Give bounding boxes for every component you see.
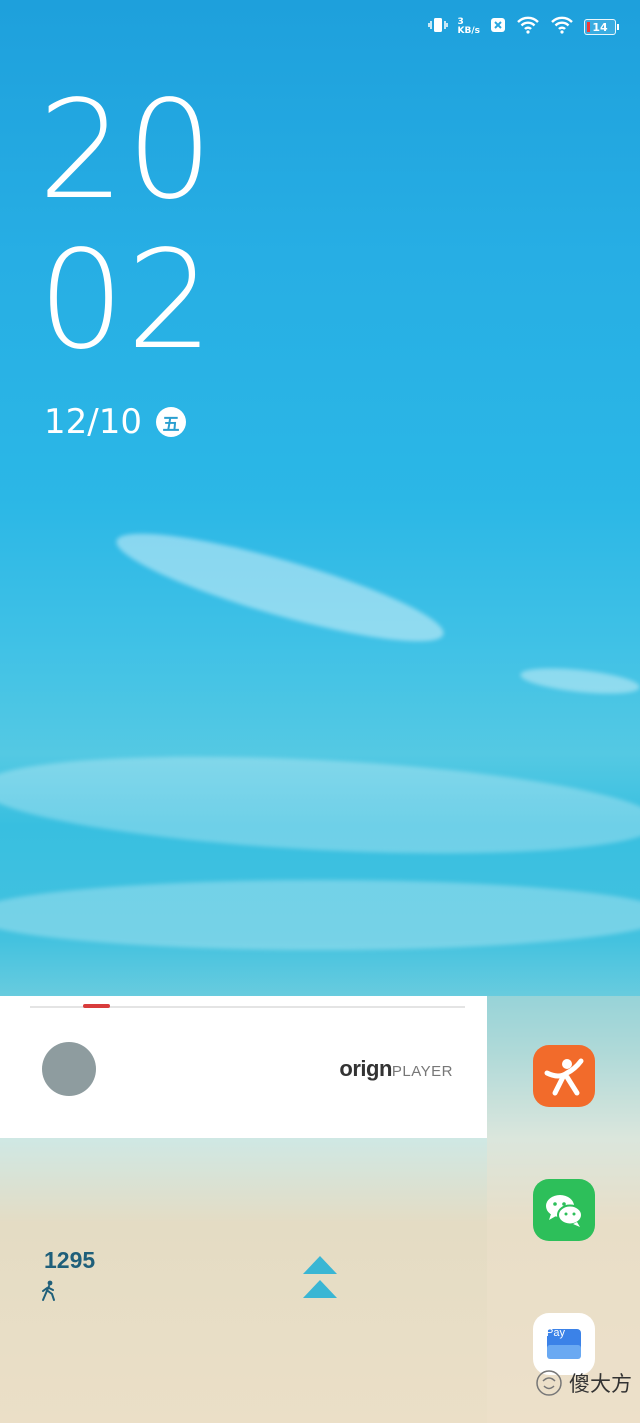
watermark-text: 傻大方 xyxy=(569,1372,632,1396)
nfc-icon xyxy=(490,17,506,37)
music-player-widget[interactable]: orign PLAYER xyxy=(0,996,487,1138)
battery-level: 14 xyxy=(592,20,608,34)
brand-player: PLAYER xyxy=(391,1063,453,1080)
date-text: 12/10 xyxy=(44,402,142,442)
battery-low-indicator xyxy=(587,22,590,32)
wechat-icon[interactable] xyxy=(533,1179,595,1241)
clock-hours: 20 xyxy=(38,72,216,230)
brand-origin: orign xyxy=(339,1056,392,1081)
watermark-icon xyxy=(536,1370,562,1396)
vibrate-icon xyxy=(427,16,448,38)
wifi-icon xyxy=(516,16,540,38)
album-art[interactable] xyxy=(42,1042,96,1096)
watermark: 傻大方 xyxy=(535,1368,632,1398)
clock-minutes: 02 xyxy=(38,222,216,380)
date: 12/10 五 xyxy=(44,402,186,442)
player-brand-logo: orign PLAYER xyxy=(339,1056,453,1082)
net-speed: 3 KB/s xyxy=(457,17,480,36)
wallet-pay-label: Pay xyxy=(546,1327,565,1339)
wifi-icon xyxy=(550,16,574,38)
shore-foam xyxy=(0,880,640,950)
battery-icon: 14 xyxy=(584,19,619,35)
walking-icon xyxy=(40,1280,58,1306)
wallet-pay-icon[interactable]: Pay xyxy=(533,1313,595,1375)
step-count: 1295 xyxy=(44,1247,96,1273)
status-bar: 3 KB/s 14 xyxy=(427,10,619,44)
progress-fill xyxy=(83,1004,110,1008)
weekday-badge: 五 xyxy=(155,407,186,437)
tourism-app-icon[interactable] xyxy=(533,1045,595,1107)
chevrons-up-icon[interactable] xyxy=(301,1254,339,1306)
